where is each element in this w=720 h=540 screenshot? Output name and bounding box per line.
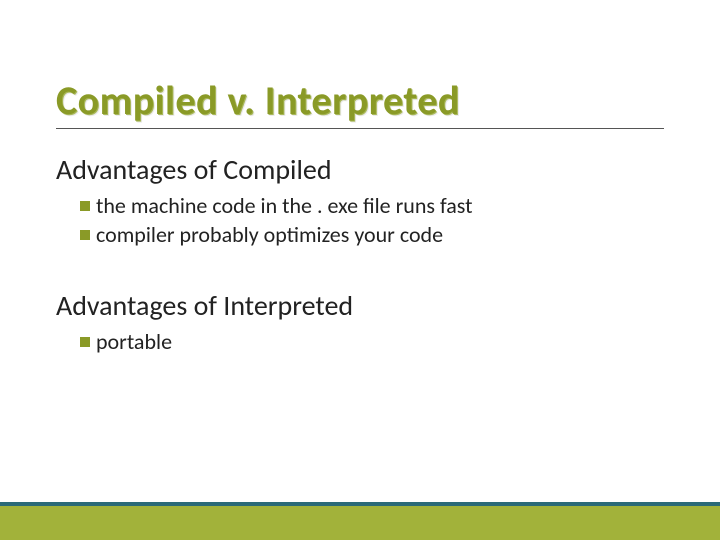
section2-heading: Advantages of Interpreted xyxy=(56,288,353,323)
section2-list: portable xyxy=(80,328,172,357)
list-item: compiler probably optimizes your code xyxy=(80,221,473,248)
section1-heading: Advantages of Compiled xyxy=(56,152,332,187)
square-bullet-icon xyxy=(80,201,90,211)
title-underline xyxy=(56,128,664,129)
square-bullet-icon xyxy=(80,230,90,240)
slide-title: Compiled v. Interpreted xyxy=(56,76,460,125)
footer-bar xyxy=(0,506,720,540)
slide: Compiled v. Interpreted Advantages of Co… xyxy=(0,0,720,540)
list-item-text: compiler probably optimizes your code xyxy=(96,221,443,248)
list-item-text: the machine code in the . exe file runs … xyxy=(96,192,473,219)
list-item: the machine code in the . exe file runs … xyxy=(80,192,473,219)
list-item-text: portable xyxy=(96,328,172,355)
list-item: portable xyxy=(80,328,172,355)
square-bullet-icon xyxy=(80,337,90,347)
section1-list: the machine code in the . exe file runs … xyxy=(80,192,473,250)
